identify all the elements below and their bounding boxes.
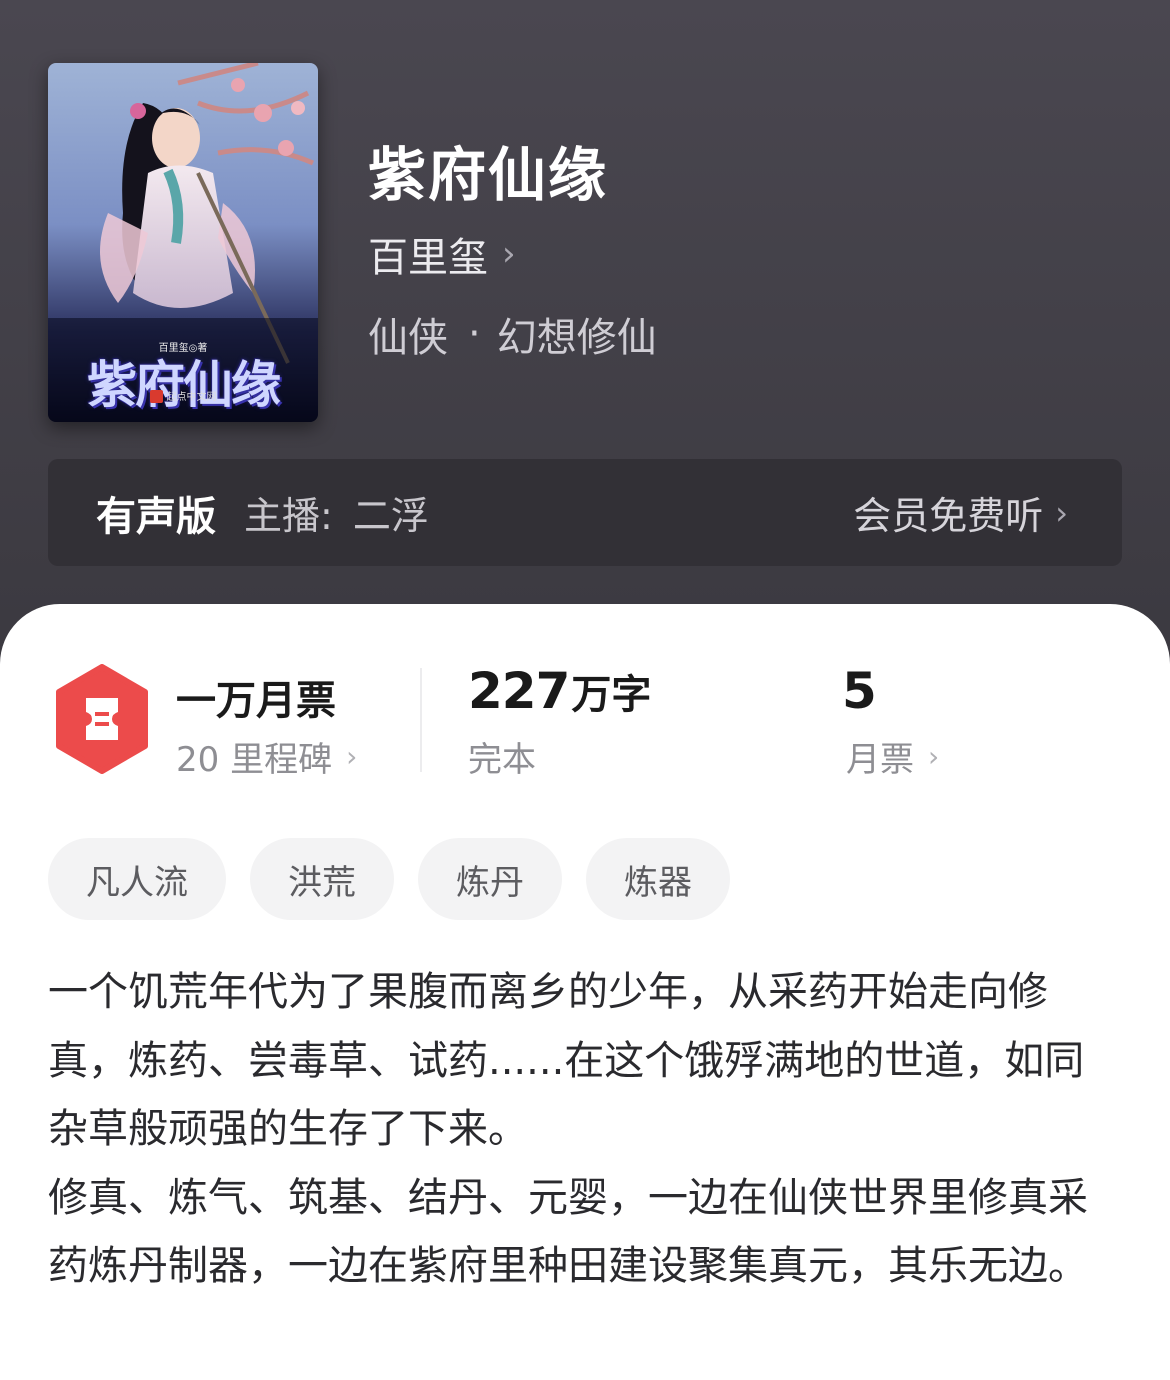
narrator-label: 主播: — [244, 494, 333, 538]
cover-title-text: 紫府仙缘 — [87, 355, 281, 414]
category-label[interactable]: 仙侠 — [368, 305, 448, 363]
audio-version-label: 有声版 — [96, 493, 216, 540]
chevron-right-icon: › — [502, 234, 516, 274]
tag-chip[interactable]: 凡人流 — [48, 838, 226, 920]
author-name: 百里玺 — [368, 235, 488, 281]
word-count-number: 227 — [468, 662, 570, 720]
genre-row: 仙侠 · 幻想修仙 — [368, 305, 657, 363]
author-link[interactable]: 百里玺 › — [368, 225, 516, 283]
milestones-link[interactable]: 20 里程碑 › — [176, 732, 357, 781]
monthly-ticket-icon[interactable] — [52, 664, 152, 774]
listen-free-label: 会员免费听 — [853, 494, 1044, 538]
tag-chip[interactable]: 洪荒 — [250, 838, 394, 920]
monthly-ticket-title: 一万月票 — [176, 678, 336, 724]
synopsis[interactable]: 一个饥荒年代为了果腹而离乡的少年，从采药开始走向修真，炼药、尝毒草、试药....… — [48, 958, 1123, 1301]
narrator-name: 二浮 — [352, 494, 429, 538]
book-header: 百里玺◎著 紫府仙缘 起点中文网 紫府仙缘 百里玺 › 仙侠 · 幻想修仙 有声… — [0, 0, 1170, 640]
publisher-logo-icon — [149, 390, 163, 403]
tickets-label: 月票 — [846, 740, 914, 780]
cover-publisher-text: 起点中文网 — [166, 392, 217, 403]
listen-free-button[interactable]: 会员免费听 › — [853, 485, 1068, 540]
cover-publisher: 起点中文网 — [48, 388, 318, 403]
completion-status: 完本 — [468, 740, 536, 780]
stats-divider — [420, 668, 422, 772]
word-count: 227万字 — [468, 662, 651, 720]
separator-dot: · — [468, 311, 481, 357]
chevron-right-icon: › — [1055, 493, 1068, 532]
tag-chip[interactable]: 炼丹 — [418, 838, 562, 920]
chevron-right-icon: › — [346, 740, 358, 773]
audio-version-bar[interactable]: 有声版 主播: 二浮 会员免费听 › — [48, 459, 1122, 566]
synopsis-paragraph: 修真、炼气、筑基、结丹、元婴，一边在仙侠世界里修真采药炼丹制器，一边在紫府里种田… — [48, 1174, 1088, 1290]
subcategory-label[interactable]: 幻想修仙 — [497, 305, 657, 363]
tag-chip[interactable]: 炼器 — [586, 838, 730, 920]
synopsis-paragraph: 一个饥荒年代为了果腹而离乡的少年，从采药开始走向修真，炼药、尝毒草、试药....… — [48, 969, 1085, 1152]
tickets-link[interactable]: 月票 › — [846, 732, 939, 781]
ticket-count: 5 — [842, 662, 877, 720]
chevron-right-icon: › — [928, 740, 940, 773]
cover-author-text: 百里玺◎著 — [158, 343, 208, 354]
book-cover[interactable]: 百里玺◎著 紫府仙缘 起点中文网 — [48, 63, 318, 422]
milestones-label: 20 里程碑 — [176, 740, 333, 780]
tag-list: 凡人流 洪荒 炼丹 炼器 — [48, 838, 730, 920]
book-title: 紫府仙缘 — [368, 141, 609, 209]
word-count-unit: 万字 — [571, 672, 652, 718]
